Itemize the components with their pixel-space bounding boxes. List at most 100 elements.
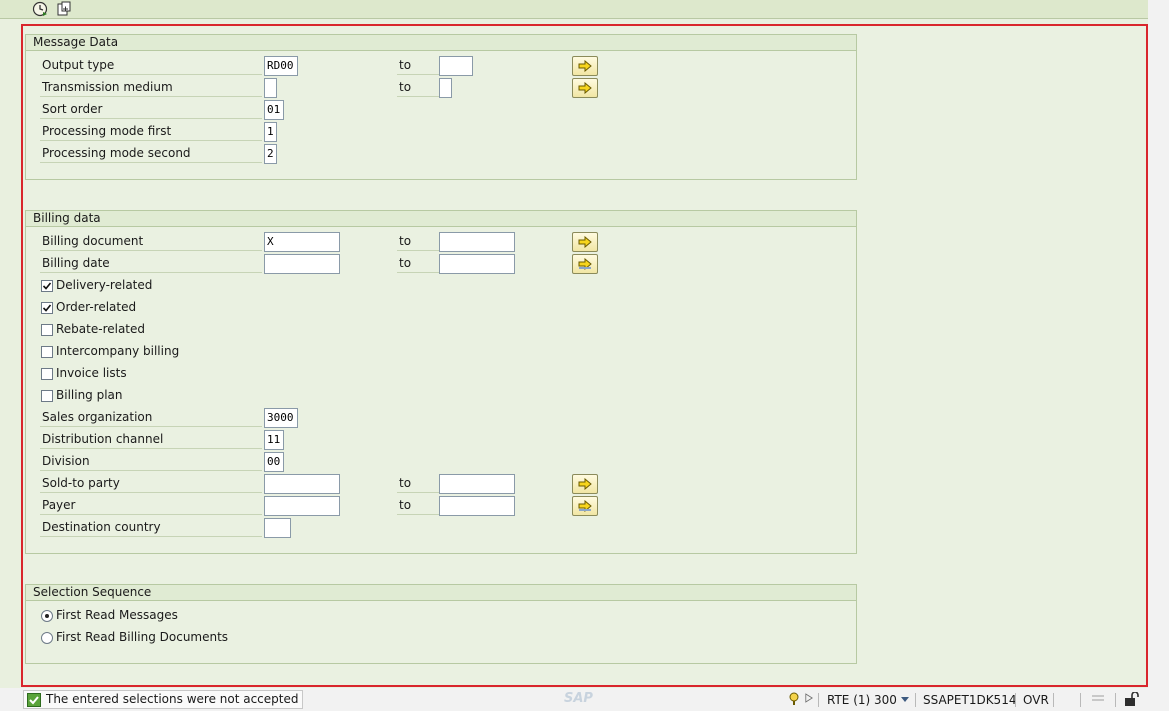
billing-plan-checkbox[interactable]	[41, 390, 53, 402]
transmission-medium-to-input[interactable]	[439, 78, 452, 98]
output-type-row: Output type RD00 to	[26, 55, 856, 77]
arrow-right-icon	[578, 478, 592, 490]
payer-to-input[interactable]	[439, 496, 515, 516]
status-message[interactable]: The entered selections were not accepted	[23, 690, 304, 709]
selection-sequence-group: Selection Sequence First Read Messages F…	[25, 584, 857, 664]
order-related-label: Order-related	[56, 300, 137, 314]
billing-plan-label: Billing plan	[56, 388, 123, 402]
billing-document-input[interactable]: X	[264, 232, 340, 252]
sales-organization-row: Sales organization 3000	[26, 407, 856, 429]
order-related-checkbox[interactable]	[41, 302, 53, 314]
lock-icon[interactable]	[1124, 691, 1140, 708]
help-icon[interactable]	[788, 692, 800, 708]
distribution-channel-input[interactable]: 11	[264, 430, 284, 450]
division-label: Division	[40, 453, 262, 471]
multiple-selection-button[interactable]	[572, 56, 598, 76]
separator	[915, 693, 916, 707]
output-type-to-input[interactable]	[439, 56, 473, 76]
destination-country-input[interactable]	[264, 518, 291, 538]
insert-mode[interactable]: OVR	[1023, 692, 1049, 708]
window-right-edge	[1148, 0, 1169, 711]
checkmark-icon	[42, 282, 52, 290]
multiple-selection-button[interactable]	[572, 254, 598, 274]
intercompany-billing-label: Intercompany billing	[56, 344, 180, 358]
status-message-text: The entered selections were not accepted	[46, 692, 299, 706]
arrow-right-icon	[578, 82, 592, 94]
arrow-right-icon	[578, 236, 592, 248]
billing-date-to-input[interactable]	[439, 254, 515, 274]
chevron-down-icon[interactable]	[900, 692, 910, 708]
distribution-channel-label: Distribution channel	[40, 431, 262, 449]
sort-order-input[interactable]: 01	[264, 100, 284, 120]
execute-icon[interactable]	[31, 0, 49, 17]
processing-mode-second-label: Processing mode second	[40, 145, 262, 163]
output-type-input[interactable]: RD00	[264, 56, 298, 76]
arrow-right-icon	[578, 500, 592, 512]
multiple-selection-button[interactable]	[572, 232, 598, 252]
payer-label: Payer	[40, 497, 262, 515]
sales-organization-label: Sales organization	[40, 409, 262, 427]
separator	[1115, 693, 1116, 707]
play-triangle-icon[interactable]	[805, 692, 813, 708]
billing-date-row: Billing date to	[26, 253, 856, 275]
system-info: RTE (1) 300	[827, 693, 897, 707]
division-row: Division 00	[26, 451, 856, 473]
division-input[interactable]: 00	[264, 452, 284, 472]
sold-to-party-input[interactable]	[264, 474, 340, 494]
get-variant-icon[interactable]	[55, 0, 73, 17]
group-title: Selection Sequence	[26, 585, 856, 601]
separator	[1015, 693, 1016, 707]
to-label: to	[397, 497, 439, 515]
sales-organization-input[interactable]: 3000	[264, 408, 298, 428]
to-label: to	[397, 79, 439, 97]
invoice-lists-checkbox[interactable]	[41, 368, 53, 380]
billing-data-group: Billing data Billing document X to Billi…	[25, 210, 857, 554]
application-toolbar	[0, 0, 1148, 19]
distribution-channel-row: Distribution channel 11	[26, 429, 856, 451]
destination-country-row: Destination country	[26, 517, 856, 539]
processing-mode-second-input[interactable]: 2	[264, 144, 277, 164]
transmission-medium-label: Transmission medium	[40, 79, 262, 97]
to-label: to	[397, 57, 439, 75]
first-read-messages-label: First Read Messages	[56, 608, 178, 622]
billing-document-to-input[interactable]	[439, 232, 515, 252]
to-label: to	[397, 255, 439, 273]
separator	[1053, 693, 1054, 707]
processing-mode-first-row: Processing mode first 1	[26, 121, 856, 143]
separator	[818, 693, 819, 707]
billing-date-label: Billing date	[40, 255, 262, 273]
first-read-messages-radio[interactable]	[41, 610, 53, 622]
sold-to-party-to-input[interactable]	[439, 474, 515, 494]
to-label: to	[397, 475, 439, 493]
success-status-icon	[27, 693, 41, 707]
processing-mode-second-row: Processing mode second 2	[26, 143, 856, 165]
billing-date-input[interactable]	[264, 254, 340, 274]
transmission-medium-input[interactable]	[264, 78, 277, 98]
sort-order-row: Sort order 01	[26, 99, 856, 121]
sap-logo: SAP	[564, 691, 593, 706]
rebate-related-checkbox[interactable]	[41, 324, 53, 336]
group-title: Message Data	[26, 35, 856, 51]
processing-mode-first-label: Processing mode first	[40, 123, 262, 141]
arrow-right-icon	[578, 60, 592, 72]
sort-order-label: Sort order	[40, 101, 262, 119]
selection-screen: Message Data Output type RD00 to Transmi…	[21, 24, 1148, 687]
status-bar: The entered selections were not accepted…	[0, 688, 1148, 711]
delivery-related-checkbox[interactable]	[41, 280, 53, 292]
delivery-related-label: Delivery-related	[56, 278, 153, 292]
to-label: to	[397, 233, 439, 251]
arrow-right-icon	[578, 258, 592, 270]
multiple-selection-button[interactable]	[572, 78, 598, 98]
checkmark-icon	[42, 304, 52, 312]
intercompany-billing-checkbox[interactable]	[41, 346, 53, 358]
rebate-related-label: Rebate-related	[56, 322, 146, 336]
multiple-selection-button[interactable]	[572, 496, 598, 516]
sold-to-party-row: Sold-to party to	[26, 473, 856, 495]
separator	[1080, 693, 1081, 707]
processing-mode-first-input[interactable]: 1	[264, 122, 277, 142]
first-read-billing-documents-radio[interactable]	[41, 632, 53, 644]
billing-document-label: Billing document	[40, 233, 262, 251]
multiple-selection-button[interactable]	[572, 474, 598, 494]
payer-input[interactable]	[264, 496, 340, 516]
group-title: Billing data	[26, 211, 856, 227]
